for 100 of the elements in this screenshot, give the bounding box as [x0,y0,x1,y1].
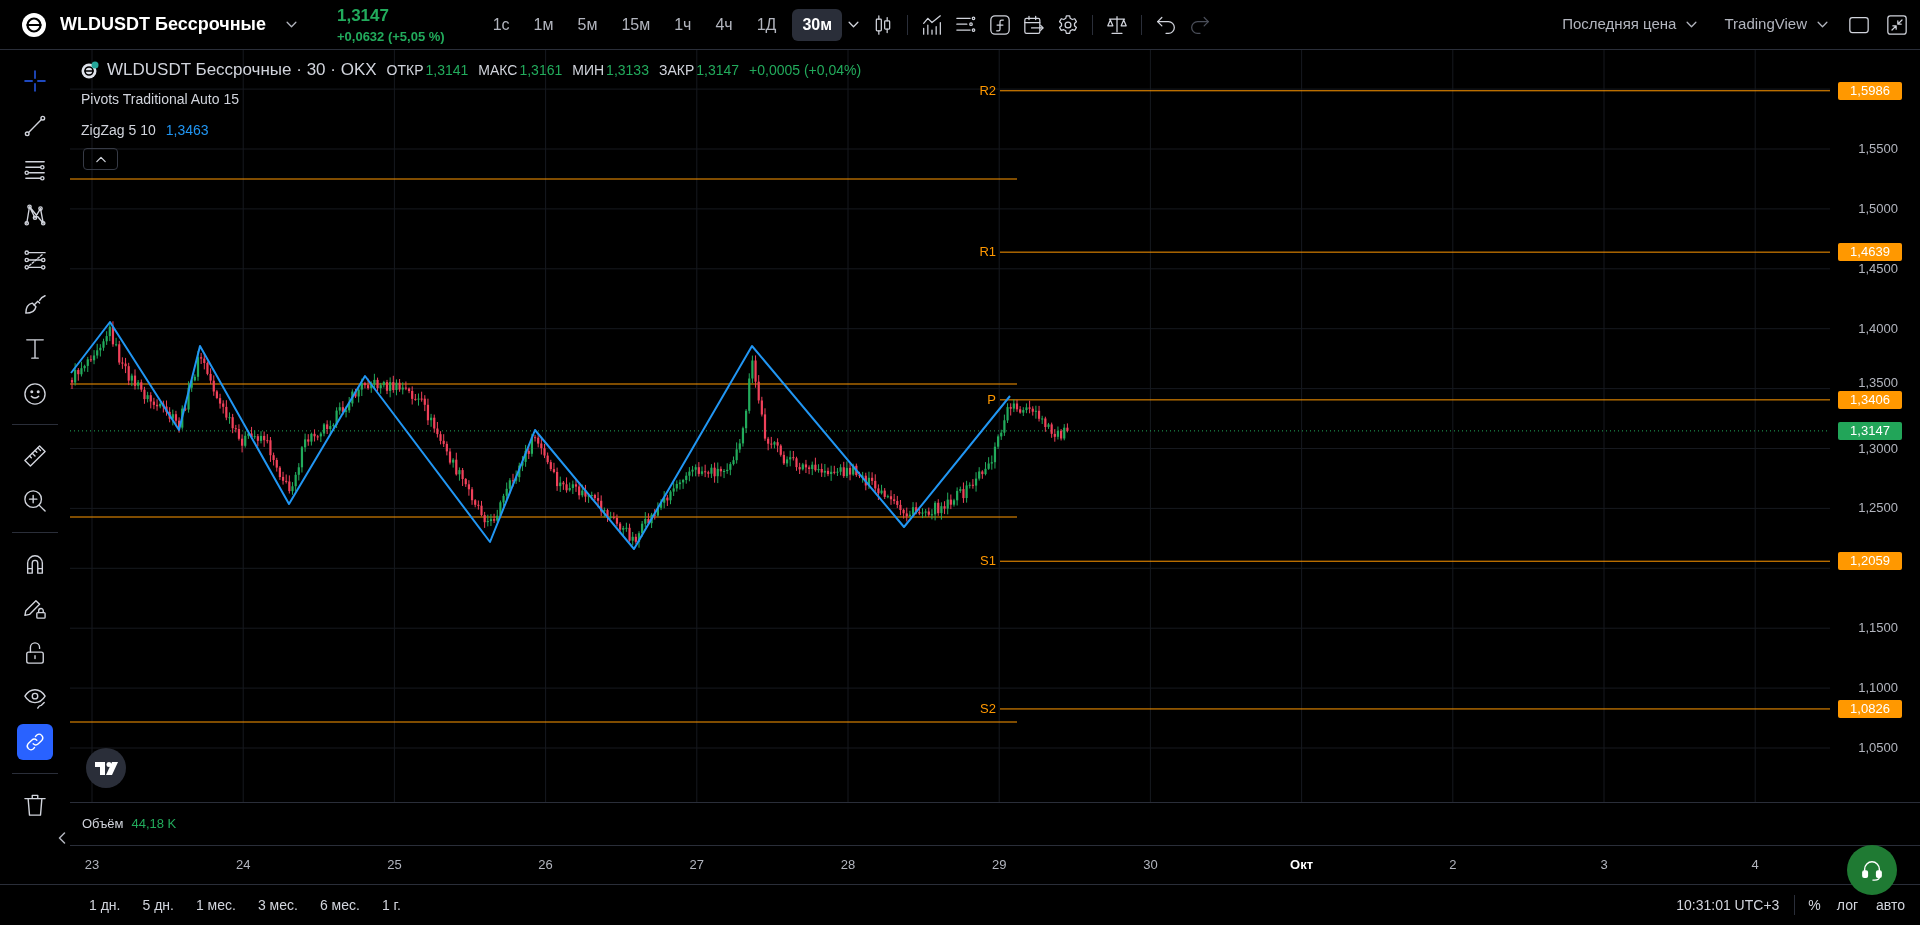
range-button[interactable]: 6 мес. [311,891,368,919]
zoom-in-icon[interactable] [24,489,46,512]
symbol-button[interactable]: WLDUSDT Бессрочные [60,11,297,38]
last-price-tag: 1,3147 [1838,421,1902,440]
scale-option[interactable]: лог [1836,894,1859,916]
price-axis-label: 1,0500 [1858,741,1898,755]
chevron-left-icon[interactable] [58,832,66,845]
crosshair-icon[interactable] [24,69,46,92]
chevron-up-icon[interactable] [95,155,106,163]
time-axis-label: 29 [991,857,1007,873]
indicator-name[interactable]: ZigZag 5 10 [81,119,156,141]
parallel-lines-icon[interactable] [24,159,46,182]
ohlc-value: 1,3133 [606,60,649,80]
time-axis-label: Окт [1290,857,1314,873]
price-axis-label: 1,3500 [1858,375,1898,390]
price-axis-label: 1,2500 [1858,501,1898,516]
interval-tab[interactable]: 4ч [707,8,741,41]
ohlc-label: ОТКР [386,60,424,80]
smiley-icon[interactable] [24,382,46,405]
indicator-name[interactable]: Pivots Traditional Auto 15 [81,88,239,110]
pivot-price-tag: 1,4639 [1838,243,1902,262]
volume-value: 44,18 K [131,815,177,834]
pivot-label: P [987,392,996,407]
legend-title: WLDUSDT Бессрочные · 30 · OKX [107,59,377,82]
indicator-value: 1,3463 [165,120,209,140]
link-icon[interactable] [17,724,53,761]
interval-tab[interactable]: 5м [569,8,606,41]
pivot-label: S1 [980,554,996,569]
trash-icon[interactable] [24,794,46,817]
symbol-logo-icon [81,61,99,79]
interval-tab[interactable]: 15м [613,8,659,41]
time-axis-label: 28 [840,857,856,873]
square-icon[interactable] [1849,14,1869,35]
pivot-label: R1 [979,245,996,260]
price-axis-label: 1,5500 [1858,142,1898,156]
pencil-lock-icon[interactable] [24,597,46,620]
pivot-label: R2 [979,83,996,98]
brush-icon[interactable] [24,293,46,316]
pattern-icon[interactable] [24,203,46,226]
list-icon[interactable] [956,14,977,35]
pivot-price-tag: 1,3406 [1838,390,1902,409]
pivot-price-tag: 1,5986 [1838,81,1902,100]
interval-tab[interactable]: 30м [792,8,843,41]
chevron-down-icon[interactable] [285,21,297,28]
ohlc-label: ЗАКР [658,60,695,80]
interval-tab[interactable]: 1Д [748,8,785,41]
text-icon[interactable] [24,337,46,360]
ohlc-label: МИН [572,60,605,80]
eye-icon[interactable] [24,686,46,709]
undo-icon[interactable] [1156,14,1177,35]
interval-tab[interactable]: 1ч [666,8,700,41]
ohlc-value: 1,3141 [425,60,469,80]
levels-icon[interactable] [24,248,46,271]
legend-change: +0,0005 (+0,04%) [749,60,862,80]
layout-dropdown[interactable]: TradingView [1724,13,1828,36]
unlock-icon[interactable] [24,641,46,664]
chevron-down-icon[interactable] [848,21,860,28]
range-button[interactable]: 1 г. [373,891,409,919]
time-axis-label: 24 [235,857,251,873]
ruler-icon[interactable] [24,445,46,468]
time-axis-label: 26 [538,857,553,873]
magnet-icon[interactable] [24,552,46,575]
chevron-down-icon[interactable] [1686,21,1698,28]
clock[interactable]: 10:31:01 UTC+3 [1676,894,1780,916]
time-axis-label: 30 [1143,857,1158,873]
price-axis-label: 1,4500 [1858,261,1898,276]
range-button[interactable]: 1 мес. [187,891,244,919]
pivot-label: S2 [980,701,996,716]
last-price: 1,3147 [336,6,390,24]
function-icon[interactable] [990,14,1011,35]
settings-icon[interactable] [1058,14,1079,35]
scale-option[interactable]: % [1808,894,1821,916]
minimize-icon[interactable] [1887,14,1907,35]
price-axis-label: 1,5000 [1858,201,1898,216]
price-axis-label: 1,1500 [1858,621,1898,636]
calendar-icon[interactable] [1024,14,1045,35]
range-button[interactable]: 5 дн. [134,891,182,919]
price-change: +0,0632 (+5,05 %) [336,29,445,43]
interval-tab[interactable]: 1с [484,8,518,41]
pivot-price-tag: 1,2059 [1838,552,1902,571]
time-axis-label: 23 [84,857,100,873]
price-axis-label: 1,4000 [1858,321,1898,336]
scale-option[interactable]: авто [1876,894,1905,916]
pivot-price-tag: 1,0826 [1838,699,1902,718]
interval-tab[interactable]: 1м [525,8,562,41]
collapse-button[interactable] [83,148,118,170]
trend-line-icon[interactable] [24,114,46,137]
logo-icon[interactable] [86,748,126,788]
range-button[interactable]: 1 дн. [81,891,129,919]
chart-icon[interactable] [922,14,943,35]
scales-icon[interactable] [1107,14,1128,35]
price-axis-label: 1,3000 [1858,441,1898,456]
chevron-down-icon[interactable] [1817,21,1828,28]
support-button[interactable] [1847,845,1897,895]
price-source-dropdown[interactable]: Последняя цена [1562,13,1698,36]
time-axis-label: 2 [1449,857,1457,873]
symbol-logo-icon[interactable] [22,12,46,37]
time-axis-label: 27 [689,857,705,873]
headset-icon[interactable] [1861,859,1883,881]
range-button[interactable]: 3 мес. [249,891,306,919]
